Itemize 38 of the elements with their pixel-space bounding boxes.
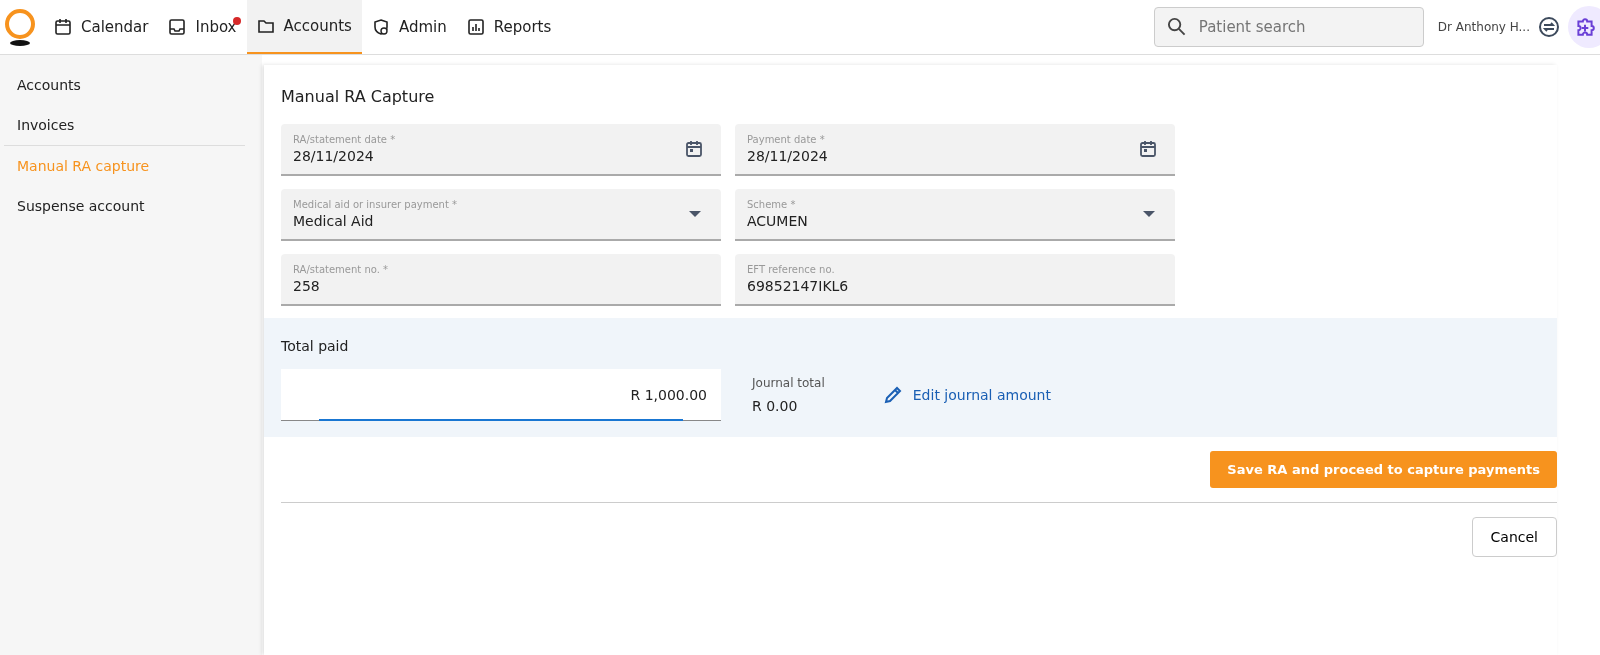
inbox-icon	[168, 18, 187, 36]
calendar-icon[interactable]	[1139, 140, 1157, 158]
form-field[interactable]: EFT reference no. 69852147IKL6	[735, 254, 1175, 306]
nav-tab[interactable]: Calendar	[44, 0, 159, 54]
dropdown-caret-icon[interactable]	[689, 211, 701, 217]
pencil-icon	[882, 385, 903, 405]
sidebar-item[interactable]: Invoices	[0, 105, 262, 145]
journal-total-label: Journal total	[752, 376, 825, 390]
form-field[interactable]: RA/statement date * 28/11/2024	[281, 124, 721, 176]
folder-icon	[256, 17, 275, 35]
total-paid-label: Total paid	[281, 338, 350, 354]
dropdown-caret-icon[interactable]	[1143, 211, 1155, 217]
switch-icon[interactable]	[1538, 16, 1560, 38]
calendar-icon	[54, 18, 72, 36]
logo-icon	[2, 7, 38, 47]
puzzle-button[interactable]	[1568, 6, 1600, 48]
calendar-icon[interactable]	[685, 140, 703, 158]
search-field[interactable]: Patient search	[1153, 7, 1424, 47]
form-field[interactable]: RA/statement no. * 258	[281, 254, 721, 306]
sidebar-item[interactable]: Accounts	[0, 65, 262, 105]
shield-icon	[371, 18, 390, 36]
nav-tab[interactable]: Accounts	[246, 0, 362, 54]
page-title: Manual RA Capture	[280, 86, 436, 106]
puzzle-icon	[1574, 16, 1596, 38]
nav-tab[interactable]: Inbox	[158, 0, 247, 54]
form-field[interactable]: Medical aid or insurer payment * Medical Aid	[281, 189, 721, 241]
nav-tab[interactable]: Admin	[361, 0, 457, 54]
nav-tab[interactable]: Reports	[456, 0, 562, 54]
search-icon	[1166, 17, 1186, 36]
cancel-button[interactable]: Cancel	[1471, 517, 1557, 557]
sidebar-item[interactable]: Suspense account	[0, 186, 262, 226]
form-field[interactable]: Scheme * ACUMEN	[735, 189, 1175, 241]
journal-total-value: R 0.00	[752, 398, 799, 414]
user-name[interactable]: Dr Anthony H...	[1437, 20, 1530, 34]
form-field[interactable]: Payment date * 28/11/2024	[735, 124, 1175, 176]
amount-field[interactable]: R 1,000.00	[281, 369, 721, 421]
edit-journal-link[interactable]: Edit journal amount	[882, 385, 1051, 405]
chart-icon	[466, 18, 485, 36]
